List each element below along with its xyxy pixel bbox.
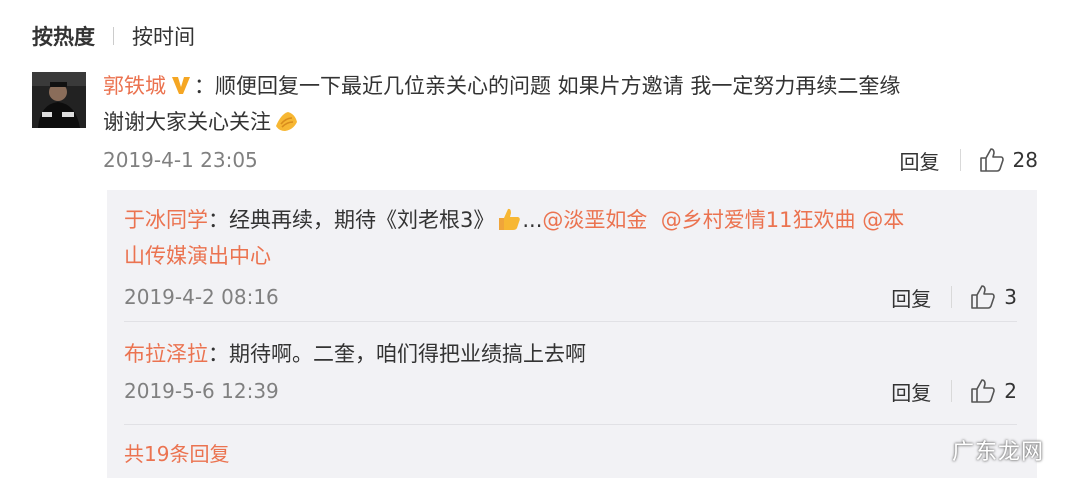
like-count: 3 (1004, 285, 1017, 309)
sort-bar: 按热度 按时间 (32, 20, 195, 52)
sub-reply-separator: ： (208, 208, 229, 232)
fist-salute-emoji-icon (276, 112, 297, 131)
sort-divider (113, 27, 114, 45)
comment-line-2: 谢谢大家关心关注 (103, 104, 1033, 140)
thumbs-up-icon (971, 379, 996, 403)
sub-reply-1-line-1: 于冰同学：经典再续，期待《刘老根3》 ...@淡垩如金 @乡村爱情11狂欢曲 @本 (124, 202, 1017, 238)
sub-reply-2-line-1: 布拉泽拉：期待啊。二奎，咱们得把业绩搞上去啊 (124, 336, 1017, 372)
sub-reply-2: 布拉泽拉：期待啊。二奎，咱们得把业绩搞上去啊 2019-5-6 12:39 回复… (124, 336, 1017, 405)
main-comment: 郭铁城 ：顺便回复一下最近几位亲关心的问题 如果片方邀请 我一定努力再续二奎缘 谢… (103, 68, 1038, 174)
sub-reply-username[interactable]: 布拉泽拉 (124, 342, 208, 366)
sub-reply-timestamp: 2019-5-6 12:39 (124, 379, 279, 403)
sub-reply-1: 于冰同学：经典再续，期待《刘老根3》 ...@淡垩如金 @乡村爱情11狂欢曲 @本… (124, 202, 1017, 311)
reply-button[interactable]: 回复 (900, 146, 940, 175)
like-button[interactable]: 28 (979, 147, 1038, 173)
comment-username[interactable]: 郭铁城 (103, 74, 166, 98)
sub-reply-separator: ： (208, 342, 229, 366)
watermark: 广东龙网 (951, 440, 1044, 465)
like-button[interactable]: 3 (970, 284, 1017, 310)
comment-text-line2: 谢谢大家关心关注 (103, 110, 271, 134)
view-all-replies-link[interactable]: 共19条回复 (124, 438, 229, 467)
sub-reply-divider (124, 321, 1017, 322)
sort-by-hot-tab[interactable]: 按热度 (32, 21, 95, 51)
mention-link-3[interactable]: @本 (862, 208, 904, 232)
like-button[interactable]: 2 (970, 378, 1017, 404)
reply-button[interactable]: 回复 (891, 377, 931, 406)
sub-reply-1-meta: 2019-4-2 08:16 回复 3 (124, 282, 1017, 312)
sub-replies-panel: 于冰同学：经典再续，期待《刘老根3》 ...@淡垩如金 @乡村爱情11狂欢曲 @本… (107, 190, 1037, 478)
mention-link-3-continued[interactable]: 山传媒演出中心 (124, 244, 271, 268)
sub-reply-timestamp: 2019-4-2 08:16 (124, 285, 279, 309)
mention-link-2[interactable]: @乡村爱情11狂欢曲 (661, 208, 856, 232)
sub-reply-username[interactable]: 于冰同学 (124, 208, 208, 232)
sub-reply-1-actions: 回复 3 (891, 283, 1017, 312)
sub-reply-2-actions: 回复 2 (891, 377, 1017, 406)
sub-reply-divider (124, 424, 1017, 425)
comment-meta: 2019-4-1 23:05 回复 28 (103, 145, 1038, 175)
action-divider (959, 149, 961, 171)
comment-line-1: 郭铁城 ：顺便回复一下最近几位亲关心的问题 如果片方邀请 我一定努力再续二奎缘 (103, 68, 1033, 104)
sub-reply-1-line-2: 山传媒演出中心 (124, 238, 1017, 274)
avatar[interactable] (32, 72, 86, 128)
sub-reply-text: 期待啊。二奎，咱们得把业绩搞上去啊 (229, 342, 586, 366)
sub-reply-ellipsis: ... (522, 208, 543, 232)
comment-actions: 回复 28 (900, 146, 1038, 175)
action-divider (951, 380, 953, 402)
avatar-image (32, 72, 86, 128)
thumbs-up-icon (971, 285, 996, 309)
like-count: 28 (1012, 148, 1038, 172)
comment-timestamp: 2019-4-1 23:05 (103, 148, 258, 172)
like-count: 2 (1004, 379, 1017, 403)
reply-button[interactable]: 回复 (891, 283, 931, 312)
action-divider (951, 286, 953, 308)
thumbs-up-icon (979, 148, 1004, 172)
mention-link-1[interactable]: @淡垩如金 (542, 208, 647, 232)
sub-reply-text: 经典再续，期待《刘老根3》 (229, 208, 495, 232)
sort-by-time-tab[interactable]: 按时间 (132, 21, 195, 51)
comment-separator: ： (194, 74, 215, 98)
thumbs-up-emoji-icon (499, 208, 521, 230)
sub-reply-2-meta: 2019-5-6 12:39 回复 2 (124, 376, 1017, 406)
verified-v-icon (172, 77, 190, 94)
comment-text-line1: 顺便回复一下最近几位亲关心的问题 如果片方邀请 我一定努力再续二奎缘 (215, 74, 901, 98)
